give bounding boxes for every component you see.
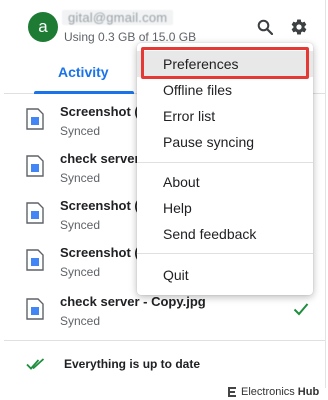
sync-status-bar: Everything is up to date	[4, 340, 325, 388]
file-status: Synced	[60, 314, 101, 328]
avatar[interactable]: a	[28, 12, 58, 42]
menu-item-offline-files[interactable]: Offline files	[137, 77, 313, 103]
check-icon	[293, 302, 309, 321]
tab-activity[interactable]: Activity	[58, 64, 109, 80]
highlight-box	[141, 47, 309, 79]
menu-item-error-list[interactable]: Error list	[137, 103, 313, 129]
menu-item-quit[interactable]: Quit	[137, 262, 313, 288]
storage-usage: Using 0.3 GB of 15.0 GB	[64, 30, 197, 44]
watermark: Electronics Hub	[226, 384, 326, 400]
file-status: Synced	[60, 265, 101, 279]
account-email: gital@gmail.com	[62, 10, 174, 25]
watermark-text: Electronics	[241, 386, 295, 398]
file-status: Synced	[60, 171, 101, 185]
file-status: Synced	[60, 124, 101, 138]
menu-item-help[interactable]: Help	[137, 195, 313, 221]
file-name: check server - Copy.jpg	[60, 294, 206, 309]
settings-menu: Preferences Offline files Error list Pau…	[137, 43, 313, 295]
electronics-hub-logo-icon	[226, 386, 238, 398]
search-icon[interactable]	[255, 17, 275, 37]
double-check-icon	[26, 357, 48, 376]
watermark-text-bold: Hub	[297, 386, 320, 398]
menu-item-pause-syncing[interactable]: Pause syncing	[137, 129, 313, 155]
gear-icon[interactable]	[289, 17, 309, 37]
file-status: Synced	[60, 218, 101, 232]
menu-divider	[137, 253, 313, 254]
image-file-icon	[26, 202, 44, 224]
sync-status-text: Everything is up to date	[64, 357, 201, 371]
image-file-icon	[26, 249, 44, 271]
menu-item-send-feedback[interactable]: Send feedback	[137, 221, 313, 247]
image-file-icon	[26, 298, 44, 320]
tab-selected-indicator	[34, 91, 134, 94]
menu-item-about[interactable]: About	[137, 169, 313, 195]
image-file-icon	[26, 108, 44, 130]
image-file-icon	[26, 155, 44, 177]
menu-divider	[137, 162, 313, 163]
